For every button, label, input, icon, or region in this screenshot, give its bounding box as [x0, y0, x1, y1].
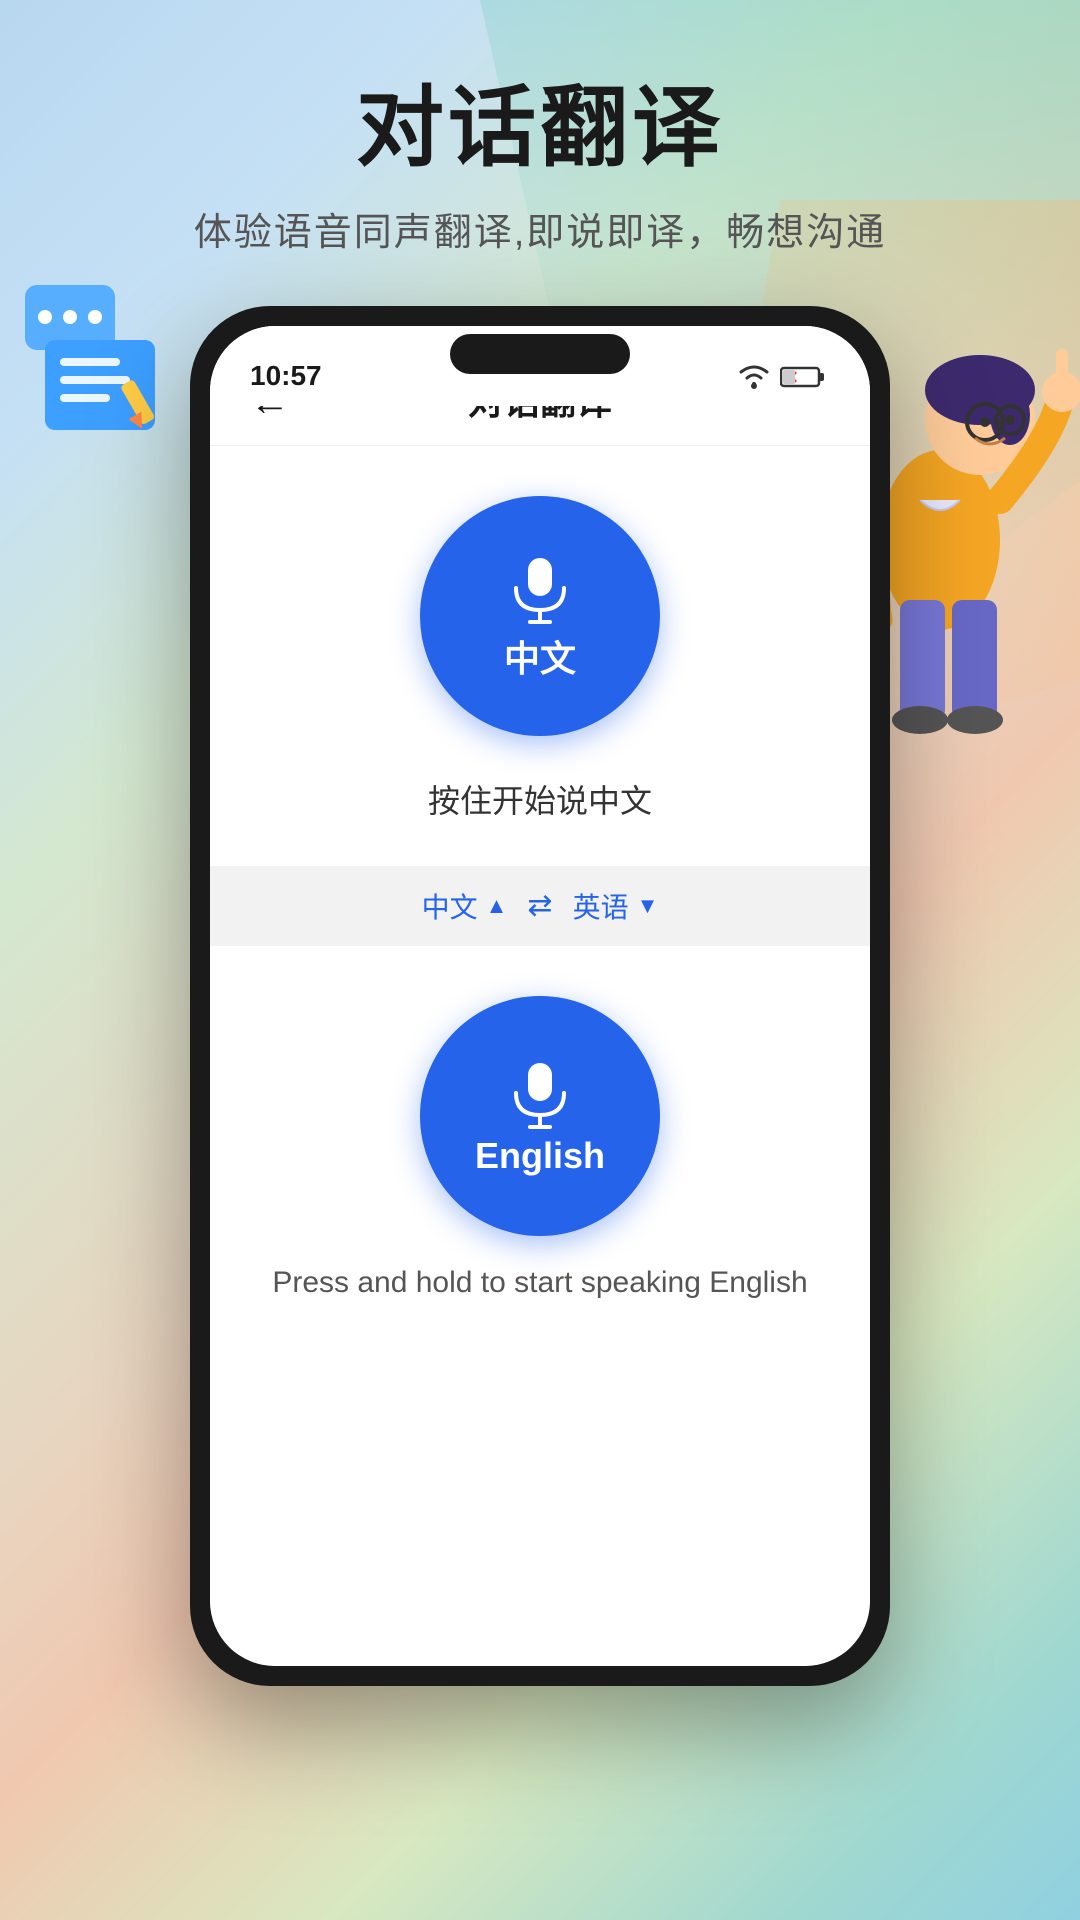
phone-frame: 10:57	[190, 306, 890, 1686]
battery-icon	[780, 362, 830, 390]
mic-icon-chinese	[500, 550, 580, 630]
phone-screen: 10:57	[210, 326, 870, 1666]
status-time: 10:57	[250, 360, 322, 392]
right-lang-label: 英语	[573, 886, 629, 926]
main-title: 对话翻译	[0, 80, 1080, 177]
left-lang-arrow: ▲	[486, 893, 508, 919]
page-content: 对话翻译 体验语音同声翻译,即说即译，畅想沟通	[0, 0, 1080, 1920]
top-section: 对话翻译 体验语音同声翻译,即说即译，畅想沟通	[0, 0, 1080, 276]
english-instruction: Press and hold to start speaking English	[272, 1266, 807, 1300]
status-bar: 10:57	[210, 326, 870, 406]
left-language-selector[interactable]: 中文 ▲	[422, 886, 508, 926]
list-document-icon	[20, 280, 180, 440]
chinese-instruction: 按住开始说中文	[428, 776, 652, 822]
chinese-lang-label: 中文	[504, 630, 576, 682]
english-mic-button[interactable]: English	[420, 996, 660, 1236]
language-switcher-bar: 中文 ▲ ⇄ 英语 ▼	[210, 866, 870, 946]
mic-icon-english	[500, 1055, 580, 1135]
app-content: 10:57	[210, 326, 870, 1666]
notch	[450, 334, 630, 374]
lower-translation-panel: English Press and hold to start speaking…	[210, 946, 870, 1330]
right-language-selector[interactable]: 英语 ▼	[573, 886, 659, 926]
right-lang-arrow: ▼	[637, 893, 659, 919]
sub-title: 体验语音同声翻译,即说即译，畅想沟通	[0, 201, 1080, 256]
wifi-icon	[736, 362, 772, 390]
phone-mockup: 10:57	[190, 306, 890, 1686]
upper-translation-panel: 中文 按住开始说中文	[210, 446, 870, 866]
english-lang-label: English	[475, 1135, 605, 1177]
switch-languages-button[interactable]: ⇄	[527, 888, 552, 923]
chinese-mic-button[interactable]: 中文	[420, 496, 660, 736]
status-icons	[736, 362, 830, 390]
deco-list-icon-container	[20, 280, 180, 445]
left-lang-label: 中文	[422, 886, 478, 926]
